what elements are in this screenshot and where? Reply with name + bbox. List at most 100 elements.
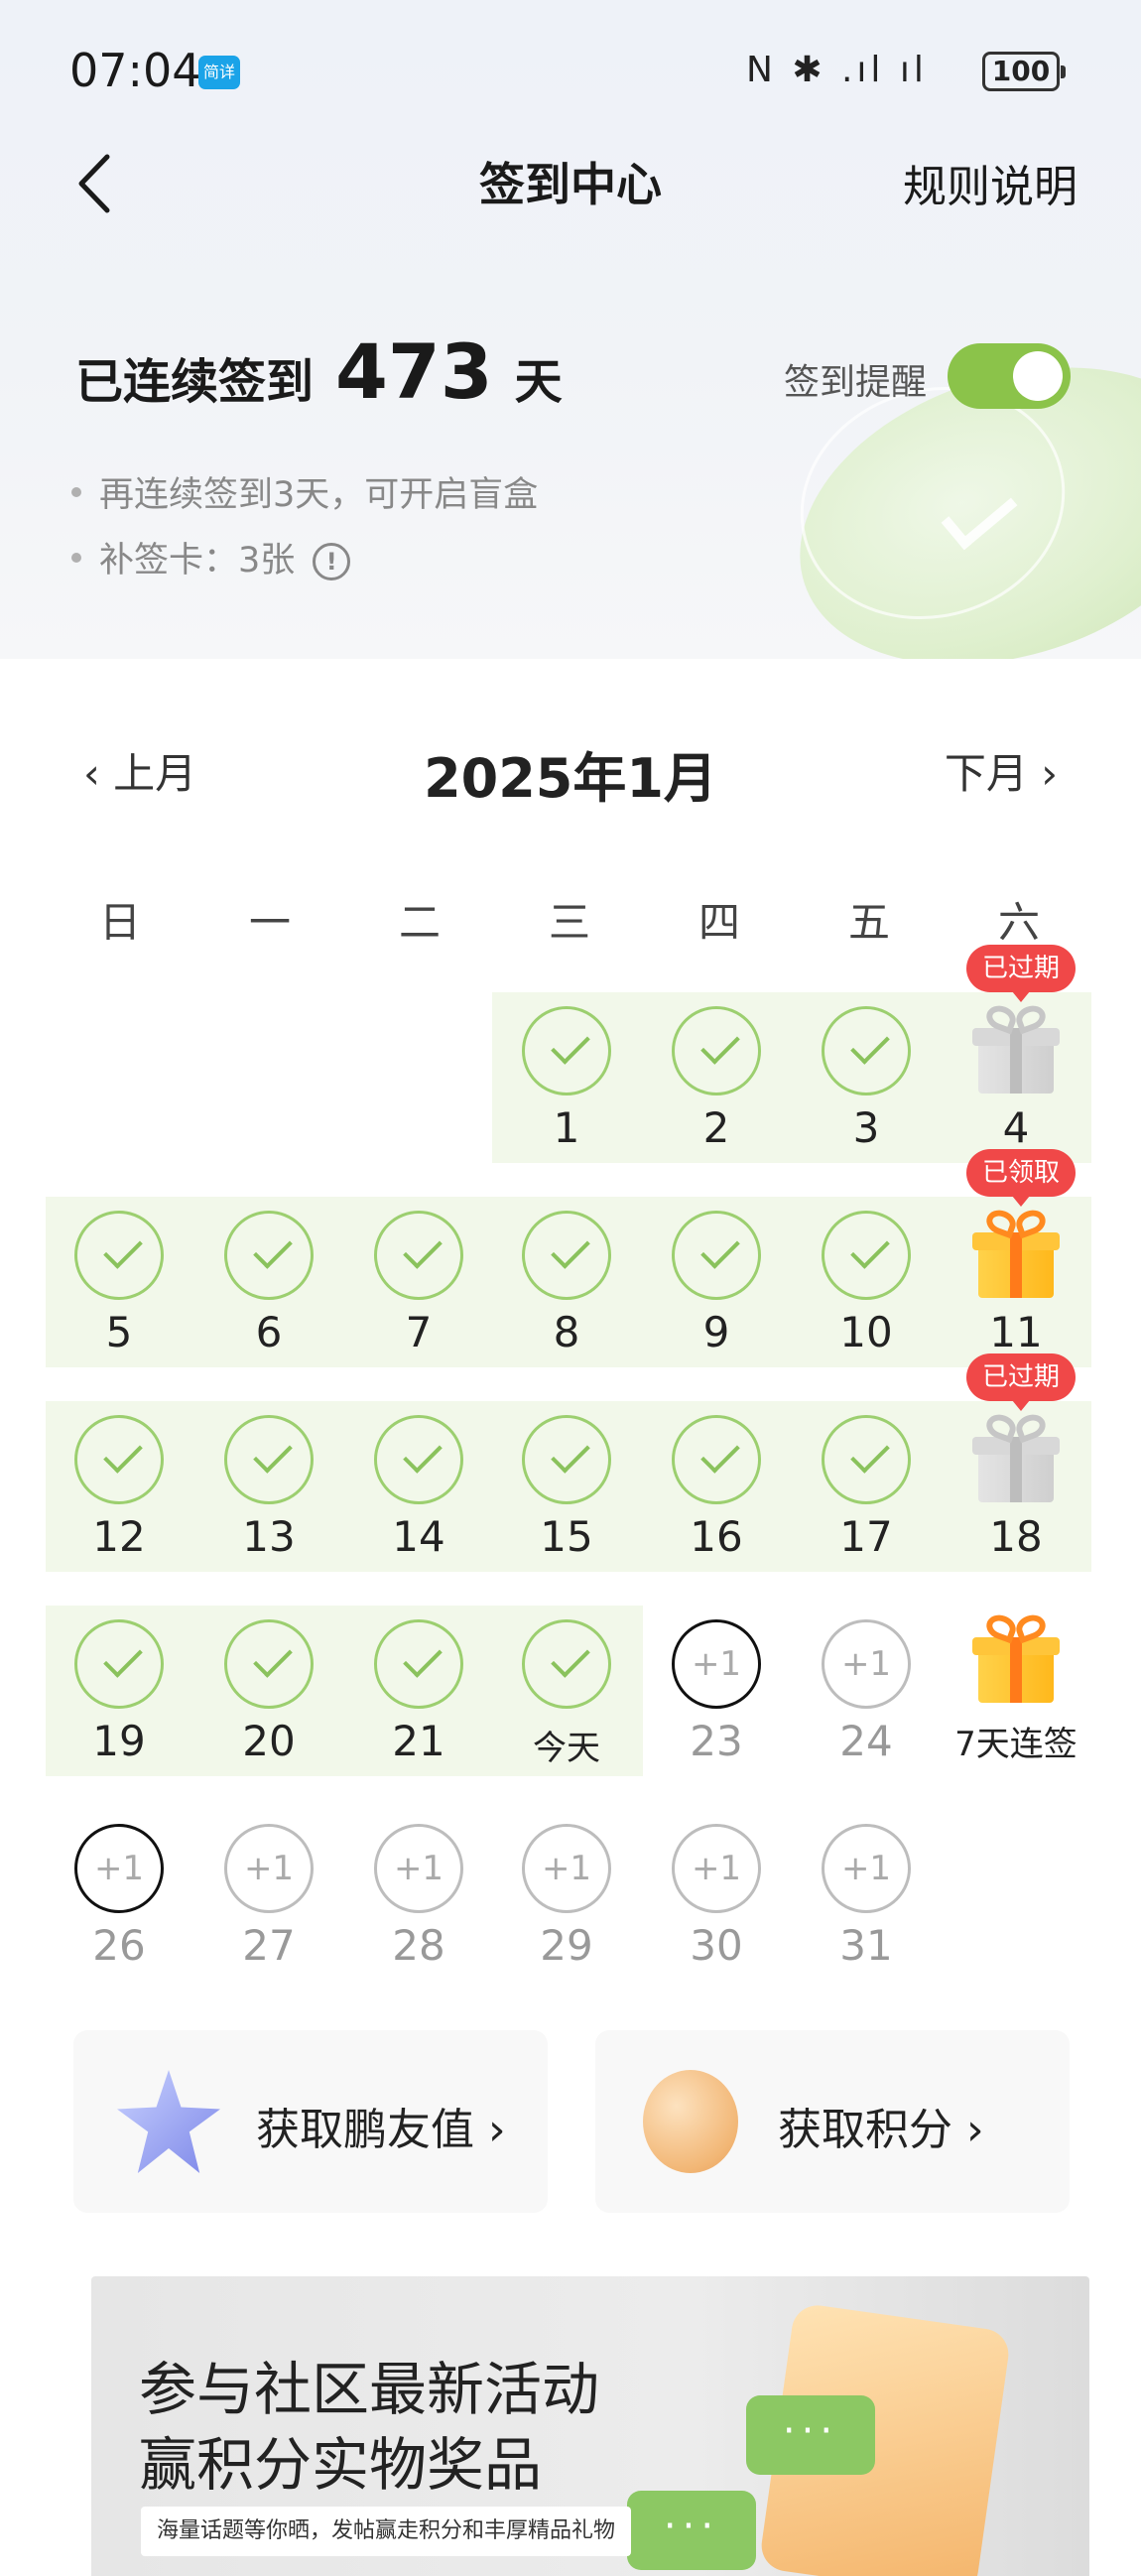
day-number: 20 — [242, 1717, 296, 1765]
note-blindbox: 再连续签到3天，可开启盲盒 — [71, 466, 538, 517]
day-number: 18 — [989, 1512, 1043, 1561]
gift-icon — [972, 1610, 1060, 1705]
checked-icon — [522, 1619, 611, 1709]
reminder-toggle[interactable] — [948, 343, 1071, 409]
day-cell[interactable]: 7 — [344, 1211, 493, 1356]
day-number: 29 — [540, 1921, 593, 1970]
day-cell[interactable]: +1 26 — [45, 1824, 193, 1970]
day-number: 1 — [553, 1103, 580, 1152]
expired-tag: 已过期 — [966, 945, 1077, 1002]
next-month-label: 下月 — [944, 749, 1028, 798]
weekday-mon: 一 — [248, 898, 291, 947]
gift-day-cell[interactable]: 11 — [942, 1206, 1090, 1356]
day-number: 9 — [702, 1308, 730, 1356]
plus-one-badge: +1 — [822, 1619, 911, 1709]
checked-icon — [822, 1006, 911, 1095]
day-cell[interactable]: +1 29 — [492, 1824, 641, 1970]
checked-icon — [374, 1619, 463, 1709]
day-cell[interactable]: 3 — [792, 1006, 941, 1152]
day-number: 26 — [92, 1921, 146, 1970]
checked-icon — [74, 1211, 164, 1300]
checked-icon — [224, 1211, 314, 1300]
day-cell[interactable]: +1 24 — [792, 1619, 941, 1765]
day-cell[interactable]: 21 — [344, 1619, 493, 1765]
next-month-button[interactable]: 下月 › — [945, 740, 1058, 801]
day-number: 7 — [405, 1308, 433, 1356]
status-time: 07:04 — [69, 44, 201, 97]
day-number: 15 — [540, 1512, 593, 1561]
gift-expired-icon — [972, 1410, 1060, 1504]
today-cell[interactable]: 今天 — [492, 1619, 641, 1769]
checked-icon — [74, 1619, 164, 1709]
get-points-label: 获取积分 › — [778, 2105, 984, 2155]
day-cell[interactable]: 13 — [194, 1415, 343, 1561]
get-points-card[interactable]: 获取积分 › — [595, 2030, 1070, 2213]
streak7-label: 7天连签 — [954, 1725, 1078, 1764]
streak-prefix: 已连续签到 — [75, 354, 315, 410]
day-number: 16 — [690, 1512, 743, 1561]
day-number: 8 — [553, 1308, 580, 1356]
status-app-badge: 简详 — [198, 56, 240, 89]
weekday-sat: 六 — [997, 898, 1040, 947]
day-cell[interactable]: +1 23 — [642, 1619, 791, 1765]
activity-banner[interactable]: ··· ··· 参与社区最新活动 赢积分实物奖品 海量话题等你晒，发帖赢走积分和… — [91, 2276, 1089, 2576]
weekday-tue: 二 — [398, 898, 441, 947]
day-cell[interactable]: 8 — [492, 1211, 641, 1356]
day-cell[interactable]: 17 — [792, 1415, 941, 1561]
plus-one-badge: +1 — [672, 1619, 761, 1709]
day-cell[interactable]: 9 — [642, 1211, 791, 1356]
info-icon[interactable]: ! — [313, 543, 351, 580]
day-cell[interactable]: +1 31 — [792, 1824, 941, 1970]
day-cell[interactable]: 16 — [642, 1415, 791, 1561]
plus-one-badge: +1 — [822, 1824, 911, 1913]
day-cell[interactable]: +1 30 — [642, 1824, 791, 1970]
day-number: 30 — [690, 1921, 743, 1970]
banner-line1: 参与社区最新活动 — [139, 2356, 600, 2423]
get-pengyou-card[interactable]: 获取鹏友值 › — [73, 2030, 548, 2213]
day-number: 28 — [392, 1921, 445, 1970]
day-cell[interactable]: +1 27 — [194, 1824, 343, 1970]
expired-tag: 已过期 — [966, 1353, 1077, 1411]
note-makeup-card: 补签卡：3张! — [71, 532, 351, 582]
star-icon — [117, 2070, 220, 2173]
day-number: 19 — [92, 1717, 146, 1765]
weekday-wed: 三 — [548, 898, 590, 947]
day-cell[interactable]: 2 — [642, 1006, 791, 1152]
day-number: 11 — [989, 1308, 1043, 1356]
rules-link[interactable]: 规则说明 — [903, 151, 1078, 214]
day-cell[interactable]: 14 — [344, 1415, 493, 1561]
streak-suffix: 天 — [514, 354, 563, 410]
day-cell[interactable]: 5 — [45, 1211, 193, 1356]
day-number: 3 — [852, 1103, 880, 1152]
banner-line2: 赢积分实物奖品 — [139, 2431, 543, 2499]
day-cell[interactable]: 12 — [45, 1415, 193, 1561]
plus-one-badge: +1 — [522, 1824, 611, 1913]
reminder-label: 签到提醒 — [784, 362, 928, 403]
day-cell[interactable]: 10 — [792, 1211, 941, 1356]
day-cell[interactable]: 19 — [45, 1619, 193, 1765]
toggle-knob — [1013, 351, 1063, 401]
day-number: 27 — [242, 1921, 296, 1970]
note-blindbox-text: 再连续签到3天，可开启盲盒 — [99, 475, 539, 515]
bullet-icon — [71, 487, 81, 497]
get-pengyou-label: 获取鹏友值 › — [256, 2105, 506, 2155]
status-signal-icons: N ✱ .ıl ıl — [746, 50, 928, 90]
gift-day-cell[interactable]: 18 — [942, 1410, 1090, 1561]
day-cell[interactable]: 6 — [194, 1211, 343, 1356]
streak-days: 473 — [335, 327, 493, 416]
plus-one-badge: +1 — [224, 1824, 314, 1913]
coin-icon — [639, 2070, 742, 2173]
day-cell[interactable]: 15 — [492, 1415, 641, 1561]
day-number: 23 — [690, 1717, 743, 1765]
chat-bubble-icon: ··· — [627, 2491, 756, 2570]
day-number: 21 — [392, 1717, 445, 1765]
day-cell[interactable]: 20 — [194, 1619, 343, 1765]
day-cell[interactable]: +1 28 — [344, 1824, 493, 1970]
gift-expired-icon — [972, 1001, 1060, 1095]
day-number: 13 — [242, 1512, 296, 1561]
day-cell[interactable]: 1 — [492, 1006, 641, 1152]
today-label: 今天 — [533, 1729, 600, 1768]
gift-day-cell[interactable]: 4 — [942, 1001, 1090, 1152]
gift-streak-cell[interactable]: 7天连签 — [942, 1610, 1090, 1765]
banner-subtitle: 海量话题等你晒，发帖赢走积分和丰厚精品礼物 — [141, 2507, 632, 2556]
